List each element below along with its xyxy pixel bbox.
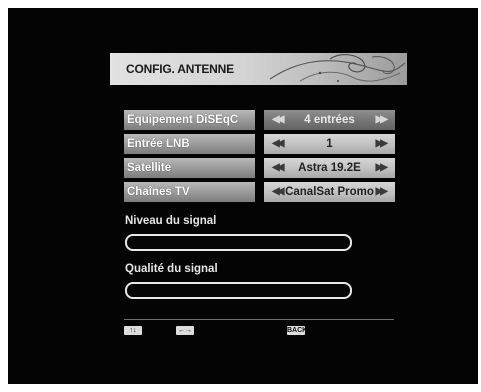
leftright-key-icon: ←→	[176, 326, 194, 335]
setting-value-text: CanalSat Promo	[285, 186, 374, 198]
arrow-right-icon[interactable]: ▶▶	[376, 134, 389, 154]
setting-label-satellite: Satellite	[124, 158, 255, 178]
setting-value-text: Astra 19.2E	[298, 162, 361, 174]
back-key-icon: BACK	[287, 326, 308, 335]
arrow-right-icon[interactable]: ▶▶	[376, 182, 389, 202]
arrow-left-icon[interactable]: ◀◀	[272, 182, 285, 202]
setting-value-text: 1	[326, 138, 333, 150]
arrow-right-icon[interactable]: ▶▶	[376, 110, 389, 130]
signal-level-bar	[125, 234, 352, 251]
setting-label-lnb: Entrée LNB	[124, 134, 255, 154]
setting-label-channels: Chaînes TV	[124, 182, 255, 202]
setting-value-diseqc[interactable]: ◀◀ 4 entrées ▶▶	[264, 110, 395, 130]
tv-screen: CONFIG. ANTENNE Equipement DiSEqC ◀◀ 4 e…	[8, 8, 478, 384]
setting-value-channels[interactable]: ◀◀ CanalSat Promo ▶▶	[264, 182, 395, 202]
arrow-left-icon[interactable]: ◀◀	[272, 158, 285, 178]
page-header: CONFIG. ANTENNE	[110, 53, 407, 85]
page-title: CONFIG. ANTENNE	[126, 62, 234, 76]
setting-value-text: 4 entrées	[304, 114, 355, 126]
signal-level-label: Niveau du signal	[125, 215, 217, 227]
setting-value-satellite[interactable]: ◀◀ Astra 19.2E ▶▶	[264, 158, 395, 178]
signal-quality-bar	[125, 282, 352, 299]
footer-divider	[124, 319, 394, 320]
setting-label-diseqc: Equipement DiSEqC	[124, 110, 255, 130]
signal-quality-label: Qualité du signal	[125, 263, 218, 275]
swirl-ornament-icon	[269, 54, 406, 82]
arrow-left-icon[interactable]: ◀◀	[272, 110, 285, 130]
arrow-right-icon[interactable]: ▶▶	[376, 158, 389, 178]
updown-key-icon: ↑↓	[124, 326, 142, 335]
setting-value-lnb[interactable]: ◀◀ 1 ▶▶	[264, 134, 395, 154]
arrow-left-icon[interactable]: ◀◀	[272, 134, 285, 154]
